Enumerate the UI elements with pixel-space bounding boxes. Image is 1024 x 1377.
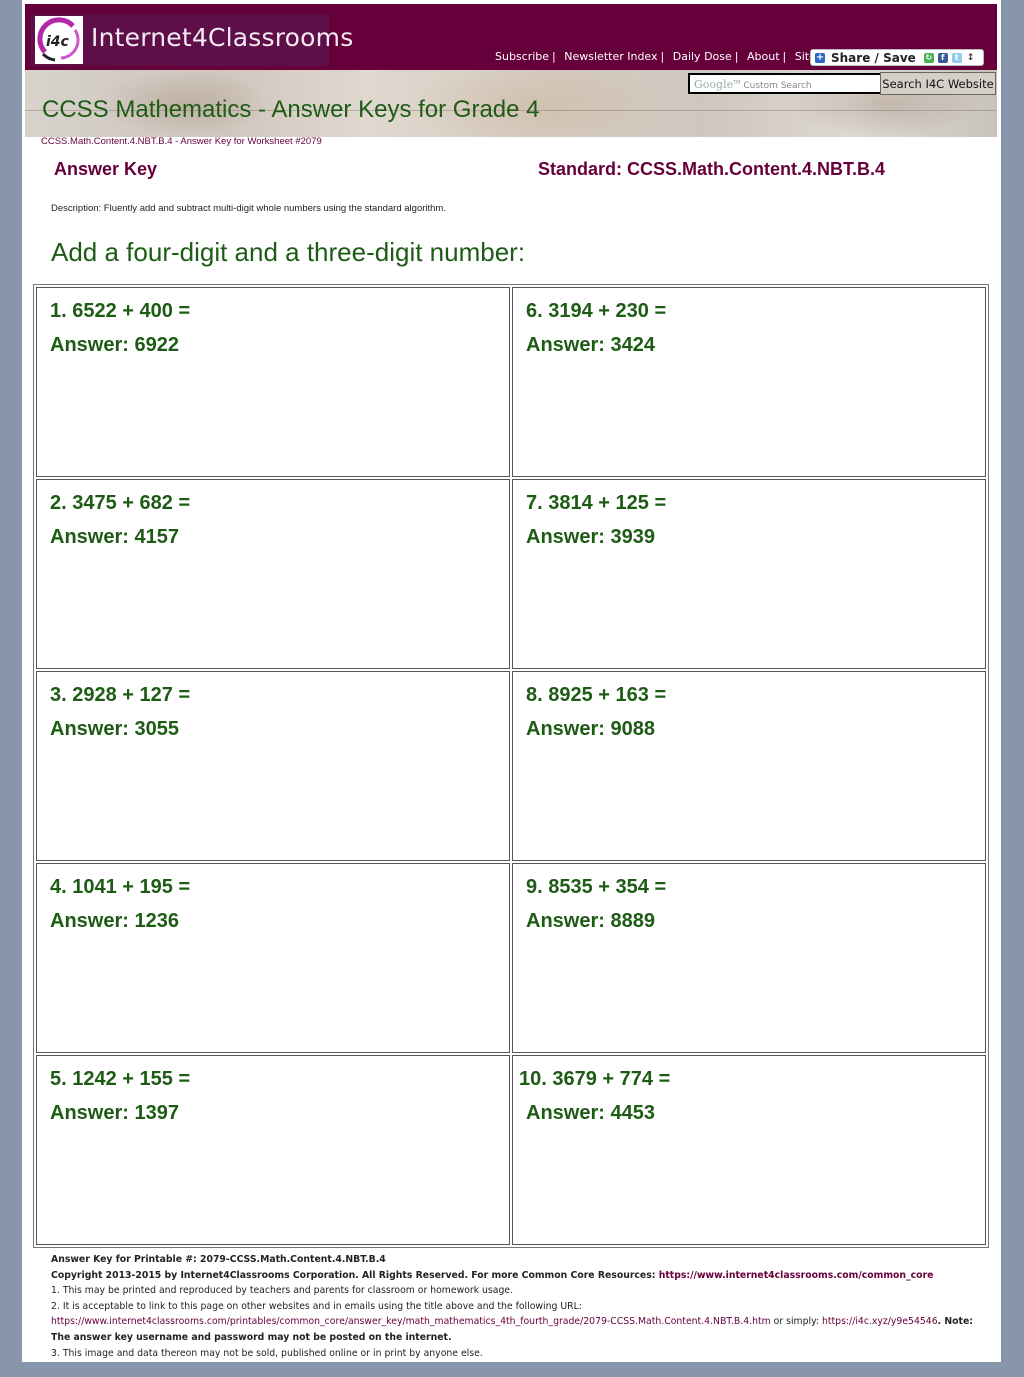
problem-answer: Answer: 9088 [526,718,655,740]
problem-question: 4. 1041 + 195 = [50,876,191,898]
problem-cell: 4. 1041 + 195 = Answer: 1236 [36,863,510,1053]
answer-key-heading: Answer Key [54,159,158,179]
search-input[interactable]: GoogleTM Custom Search [688,73,883,94]
share-save-label: Share / Save [831,50,916,65]
problem-cell: 5. 1242 + 155 = Answer: 1397 [36,1055,510,1245]
problem-cell: 3. 2928 + 127 = Answer: 3055 [36,671,510,861]
nav-about[interactable]: About [747,50,780,63]
problem-answer: Answer: 3424 [526,334,655,356]
worksheet-url-link[interactable]: https://www.internet4classrooms.com/prin… [51,1316,771,1327]
description: Description: Fluently add and subtract m… [51,203,446,214]
problem-answer: Answer: 4157 [50,526,179,548]
top-navigation: Subscribe | Newsletter Index | Daily Dose |… [495,50,843,63]
problem-answer: Answer: 3939 [526,526,655,548]
problem-question: 10. 3679 + 774 = [519,1068,671,1090]
printable-id: Answer Key for Printable #: 2079-CCSS.Ma… [51,1254,386,1265]
problem-question: 5. 1242 + 155 = [50,1068,191,1090]
expand-arrows-icon[interactable]: ↕ [967,53,975,63]
problem-cell: 8. 8925 + 163 = Answer: 9088 [512,671,986,861]
nav-daily-dose[interactable]: Daily Dose [673,50,732,63]
nav-separator: | [552,50,556,63]
nav-separator: | [782,50,787,63]
problem-answer: Answer: 6922 [50,334,179,356]
copyright: Copyright 2013-2015 by Internet4Classroo… [51,1268,986,1284]
logo-text: Internet4Classrooms [91,23,354,52]
problem-question: 7. 3814 + 125 = [526,492,667,514]
standard-heading: Standard: CCSS.Math.Content.4.NBT.B.4 [538,159,886,179]
google-brand: Google [694,78,734,91]
i4c-logo-icon: i4c [35,16,83,64]
section-heading: Add a four-digit and a three-digit numbe… [51,237,526,267]
copyright-text: Copyright 2013-2015 by Internet4Classroo… [51,1269,659,1281]
problem-cell: 6. 3194 + 230 = Answer: 3424 [512,287,986,477]
problem-cell: 10. 3679 + 774 = Answer: 4453 [512,1055,986,1245]
breadcrumb: CCSS.Math.Content.4.NBT.B.4 - Answer Key… [41,136,322,147]
nav-subscribe[interactable]: Subscribe [495,50,549,63]
problem-cell: 9. 8535 + 354 = Answer: 8889 [512,863,986,1053]
share-save-button[interactable]: + Share / Save ↻ f t ↕ [810,49,984,66]
problem-question: 1. 6522 + 400 = [50,300,191,322]
usage-note-1: 1. This may be printed and reproduced by… [51,1285,514,1297]
nav-separator: | [734,50,739,63]
footer: Answer Key for Printable #: 2079-CCSS.Ma… [51,1252,986,1361]
problems-grid: 1. 6522 + 400 = Answer: 6922 6. 3194 + 2… [33,284,989,1248]
problem-question: 2. 3475 + 682 = [50,492,191,514]
problem-cell: 7. 3814 + 125 = Answer: 3939 [512,479,986,669]
problem-question: 3. 2928 + 127 = [50,684,191,706]
or-simply-text: or simply: [770,1316,822,1328]
search-button[interactable]: Search I4C Website [880,72,996,95]
nav-newsletter-index[interactable]: Newsletter Index [564,50,657,63]
email-share-icon[interactable]: ↻ [923,52,934,63]
page-title: CCSS Mathematics - Answer Keys for Grade… [42,96,540,123]
problem-answer: Answer: 3055 [50,718,179,740]
problem-answer: Answer: 8889 [526,910,655,932]
problem-answer: Answer: 1397 [50,1102,179,1124]
problem-answer: Answer: 4453 [526,1102,655,1124]
plus-icon: + [815,51,825,63]
problem-cell: 2. 3475 + 682 = Answer: 4157 [36,479,510,669]
facebook-icon[interactable]: f [937,52,948,63]
problem-answer: Answer: 1236 [50,910,179,932]
nav-separator: | [660,50,665,63]
search-placeholder: Custom Search [743,81,812,91]
common-core-link[interactable]: https://www.internet4classrooms.com/comm… [659,1270,934,1281]
usage-note-2: 2. It is acceptable to link to this page… [51,1300,582,1312]
svg-text:i4c: i4c [46,34,70,50]
usage-note-2-urls: https://www.internet4classrooms.com/prin… [51,1314,986,1345]
twitter-icon[interactable]: t [951,52,962,63]
usage-note-3: 3. This image and data thereon may not b… [51,1347,483,1359]
page-container: i4c Internet4Classrooms Subscribe | Newsl… [22,0,1001,1362]
site-logo[interactable]: i4c Internet4Classrooms [31,14,353,66]
short-url-link[interactable]: https://i4c.xyz/y9e54546 [822,1316,938,1327]
header-bar: i4c Internet4Classrooms Subscribe | Newsl… [25,4,997,70]
problem-question: 8. 8925 + 163 = [526,684,667,706]
problem-question: 6. 3194 + 230 = [526,300,667,322]
problem-question: 9. 8535 + 354 = [526,876,667,898]
problem-cell: 1. 6522 + 400 = Answer: 6922 [36,287,510,477]
